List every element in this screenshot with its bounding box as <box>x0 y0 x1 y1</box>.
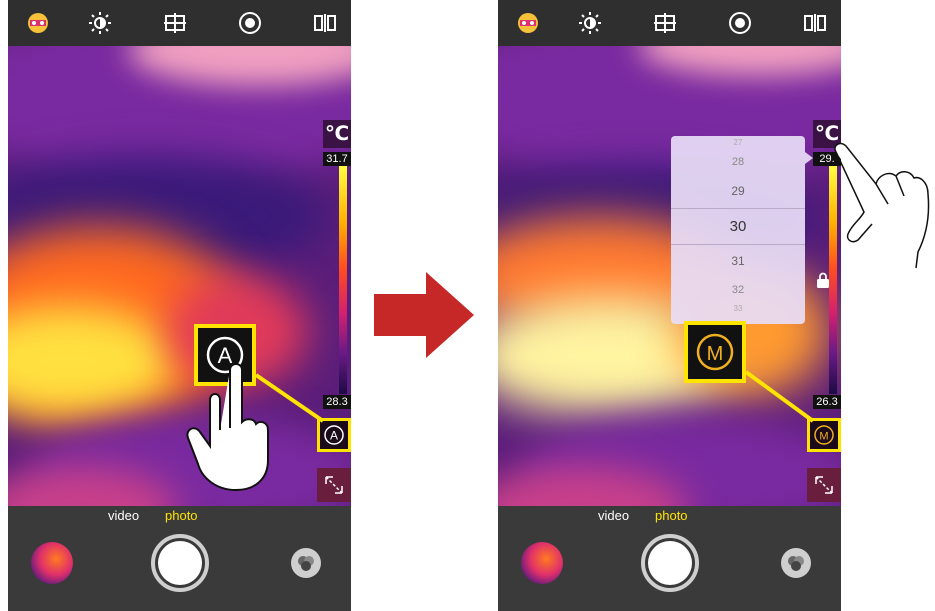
filter-icon <box>788 556 804 571</box>
filter-button[interactable] <box>781 548 811 578</box>
top-toolbar <box>498 0 841 46</box>
split-view-icon[interactable] <box>313 11 337 35</box>
tapping-hand-icon <box>834 142 930 269</box>
expand-icon <box>325 476 343 494</box>
shutter-button[interactable] <box>151 534 209 592</box>
temperature-unit[interactable]: ℃ <box>323 120 351 148</box>
manual-mode-zoom-callout: M <box>684 321 746 383</box>
tab-photo[interactable]: photo <box>655 508 688 523</box>
tab-video[interactable]: video <box>108 508 139 523</box>
lens-icon[interactable] <box>238 11 262 35</box>
expand-icon <box>815 476 833 494</box>
scale-min-value[interactable]: 28.3 <box>323 395 351 409</box>
lens-icon[interactable] <box>728 11 752 35</box>
bottom-controls: video photo <box>498 506 841 611</box>
scale-max-value[interactable]: 31.7 <box>323 152 351 166</box>
svg-text:M: M <box>819 431 828 443</box>
phone-screen-right: ℃ 29. 26.3 27 28 29 30 31 32 33 M M vide… <box>498 0 841 611</box>
fullscreen-button[interactable] <box>317 468 351 502</box>
shutter-button[interactable] <box>641 534 699 592</box>
picker-value[interactable]: 29 <box>671 184 805 198</box>
manual-mode-icon: M <box>814 425 834 445</box>
temperature-picker[interactable]: 27 28 29 30 31 32 33 <box>671 136 805 324</box>
top-toolbar <box>8 0 351 46</box>
pointing-hand-icon <box>186 363 269 492</box>
auto-mode-button[interactable]: A <box>317 418 351 452</box>
transition-arrow-icon <box>374 272 474 358</box>
crosshair-icon[interactable] <box>653 11 677 35</box>
picker-value[interactable]: 32 <box>671 284 805 296</box>
manual-mode-large-icon: M <box>696 333 734 371</box>
palette-icon[interactable] <box>516 11 540 35</box>
svg-text:M: M <box>707 343 724 365</box>
picker-value[interactable]: 31 <box>671 254 805 268</box>
crosshair-icon[interactable] <box>163 11 187 35</box>
tab-photo[interactable]: photo <box>165 508 198 523</box>
auto-mode-icon: A <box>324 425 344 445</box>
fullscreen-button[interactable] <box>807 468 841 502</box>
gallery-thumbnail[interactable] <box>521 542 563 584</box>
filter-icon <box>298 556 314 571</box>
brightness-icon[interactable] <box>578 11 602 35</box>
split-view-icon[interactable] <box>803 11 827 35</box>
picker-value[interactable]: 33 <box>671 304 805 313</box>
picker-value[interactable]: 27 <box>671 138 805 147</box>
picker-value[interactable]: 28 <box>671 156 805 168</box>
tab-video[interactable]: video <box>598 508 629 523</box>
svg-text:A: A <box>330 429 338 443</box>
brightness-icon[interactable] <box>88 11 112 35</box>
picker-value-selected[interactable]: 30 <box>671 218 805 235</box>
palette-icon[interactable] <box>26 11 50 35</box>
scale-min-value[interactable]: 26.3 <box>813 395 841 409</box>
manual-mode-button[interactable]: M <box>807 418 841 452</box>
picker-pointer <box>805 152 813 164</box>
color-scale-bar <box>339 166 347 394</box>
filter-button[interactable] <box>291 548 321 578</box>
lock-icon[interactable] <box>816 272 830 288</box>
bottom-controls: video photo <box>8 506 351 611</box>
gallery-thumbnail[interactable] <box>31 542 73 584</box>
phone-screen-left: ℃ 31.7 28.3 A A video photo <box>8 0 351 611</box>
